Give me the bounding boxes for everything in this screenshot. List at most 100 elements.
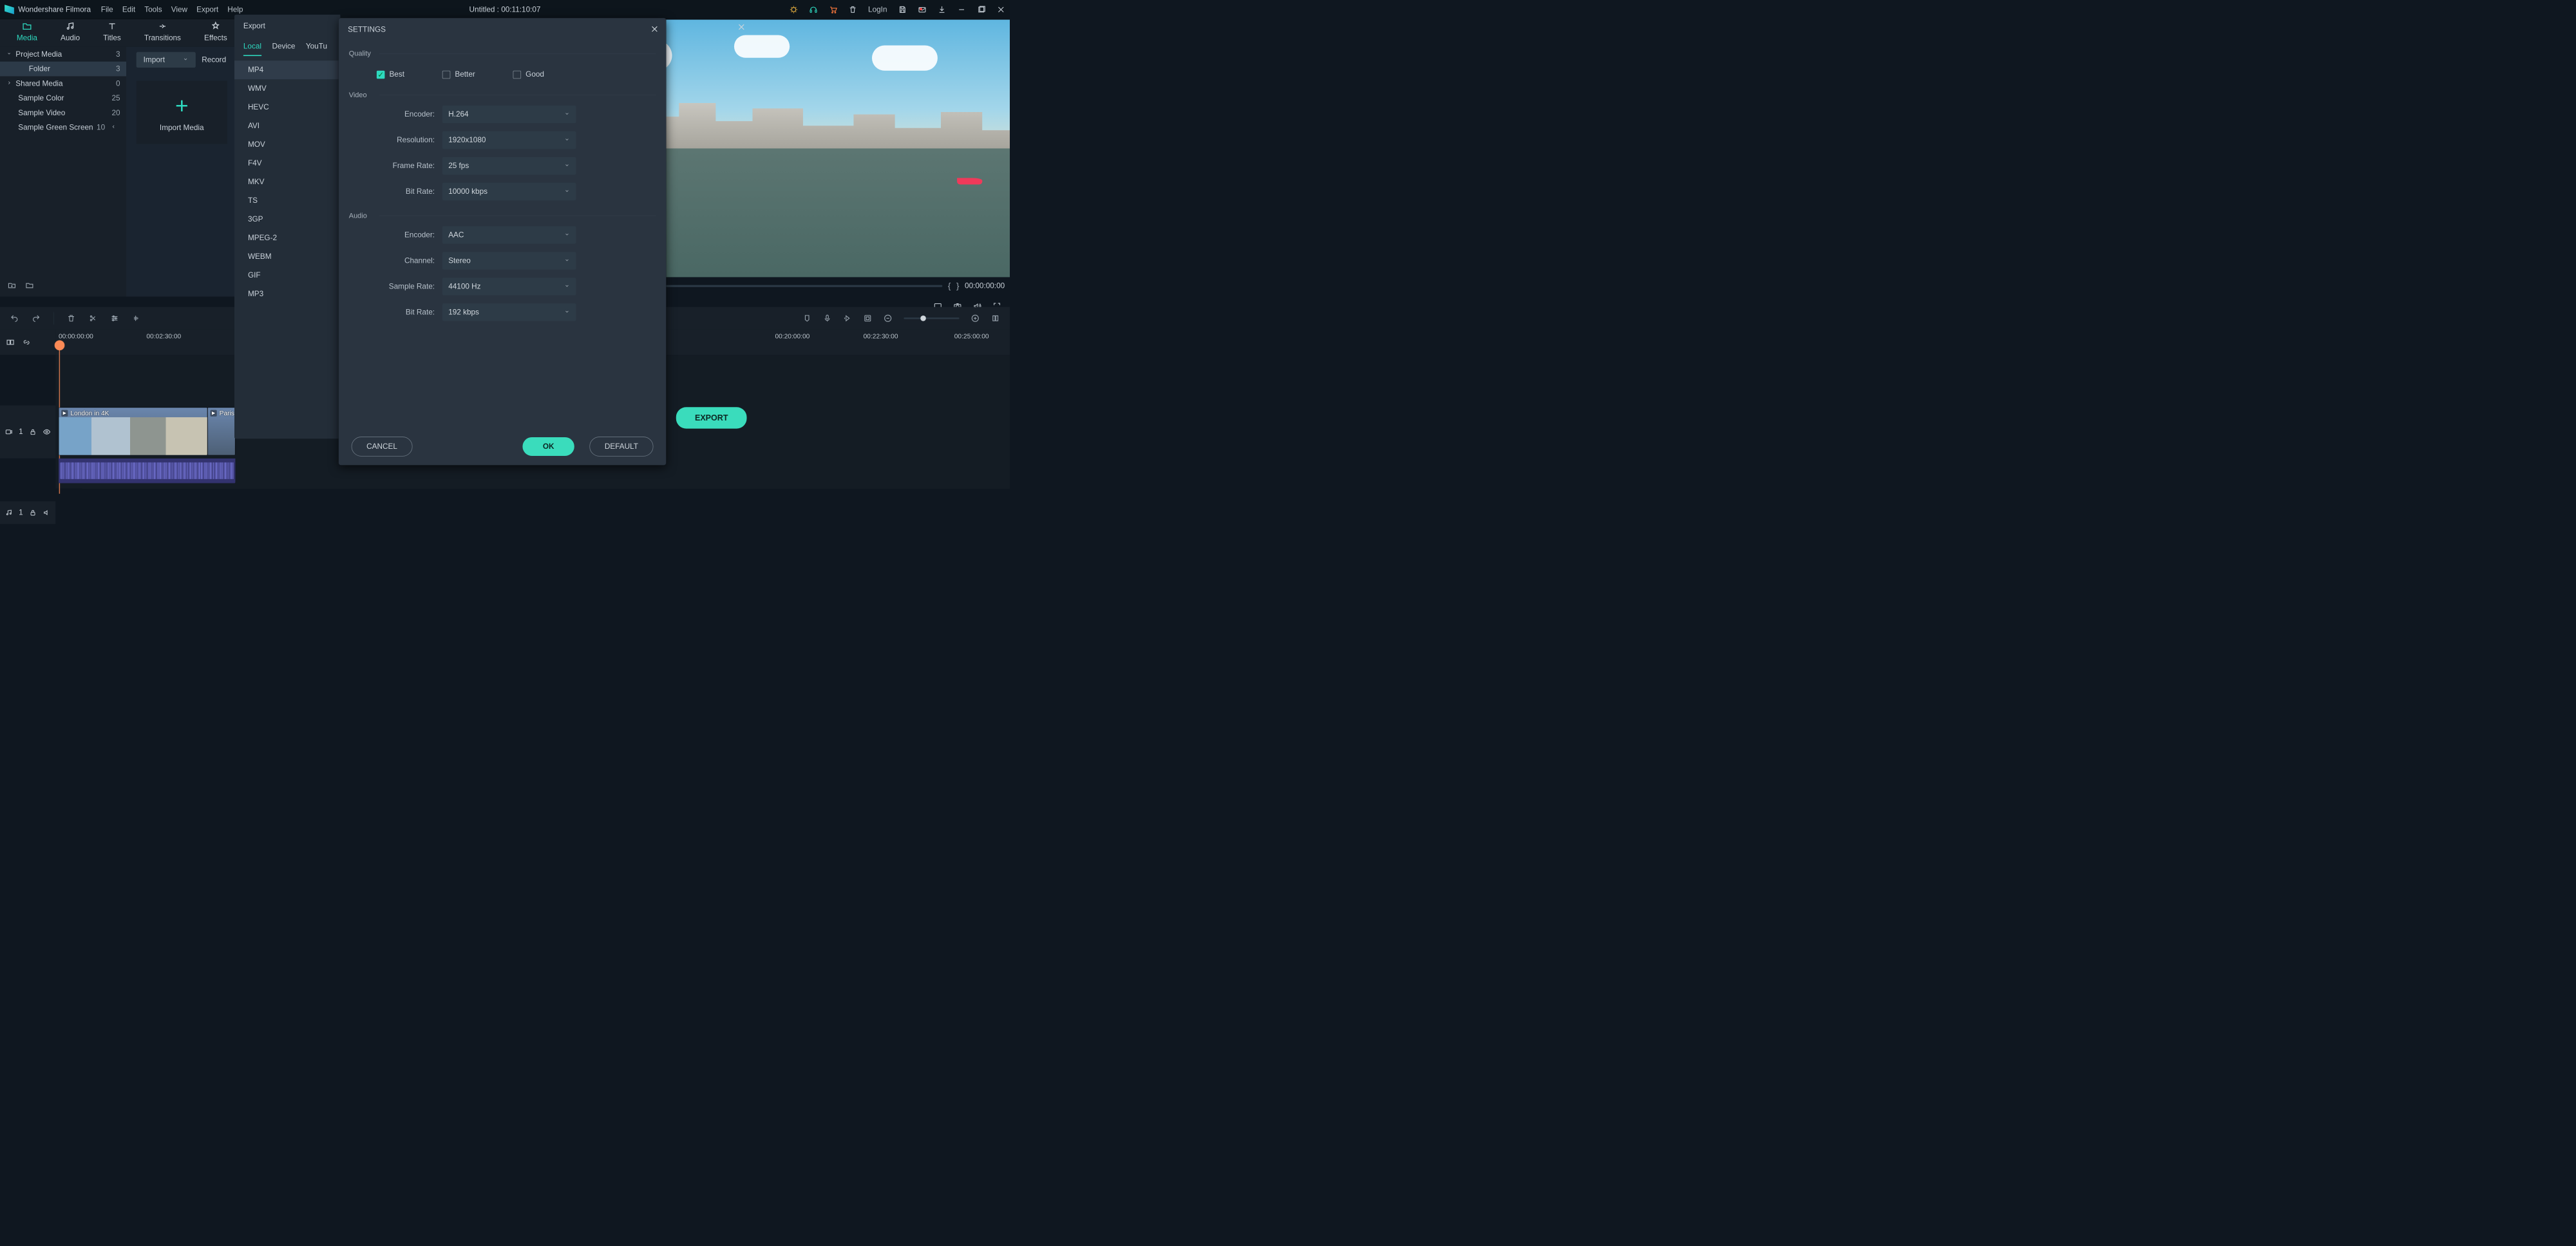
export-close-icon[interactable] (737, 23, 748, 33)
support-icon[interactable] (809, 5, 817, 14)
export-tab-local[interactable]: Local (243, 42, 261, 56)
tab-titles[interactable]: Titles (91, 19, 133, 47)
message-icon[interactable] (918, 5, 926, 14)
audio-track-header[interactable]: 1 (0, 502, 55, 524)
format-wmv[interactable]: WMV (234, 79, 341, 98)
audio-channel-dropdown[interactable]: Stereo (442, 252, 576, 269)
zoom-in-icon[interactable] (971, 314, 980, 323)
format-hevc[interactable]: HEVC (234, 98, 341, 117)
video-bitrate-label: Bit Rate: (349, 187, 435, 196)
format-avi[interactable]: AVI (234, 117, 341, 135)
export-title: Export (234, 15, 341, 37)
video-encoder-dropdown[interactable]: H.264 (442, 106, 576, 123)
zoom-out-icon[interactable] (884, 314, 892, 323)
format-mov[interactable]: MOV (234, 135, 341, 154)
speaker-icon[interactable] (43, 508, 50, 516)
tips-icon[interactable] (790, 5, 798, 14)
audio-mix-icon[interactable] (843, 314, 851, 323)
sidebar-item-shared-media[interactable]: Shared Media0 (0, 76, 126, 91)
section-quality: Quality (349, 47, 656, 60)
lock-icon[interactable] (29, 508, 37, 516)
tab-audio[interactable]: Audio (49, 19, 91, 47)
video-bitrate-dropdown[interactable]: 10000 kbps (442, 183, 576, 200)
sidebar-item-sample-green-screen[interactable]: Sample Green Screen10 (0, 120, 126, 135)
cancel-button[interactable]: CANCEL (352, 437, 413, 457)
audio-samplerate-dropdown[interactable]: 44100 Hz (442, 278, 576, 295)
eye-icon[interactable] (43, 428, 50, 436)
menu-file[interactable]: File (101, 5, 113, 14)
sidebar-item-folder[interactable]: Folder3 (0, 62, 126, 77)
document-title: Untitled : 00:11:10:07 (469, 5, 541, 14)
link-icon[interactable] (22, 338, 30, 346)
delete-icon[interactable] (67, 314, 75, 323)
sidebar-item-project-media[interactable]: Project Media3 (0, 47, 126, 62)
crop-icon[interactable] (864, 314, 872, 323)
format-webm[interactable]: WEBM (234, 247, 341, 266)
tab-effects[interactable]: Effects (193, 19, 239, 47)
default-button[interactable]: DEFAULT (589, 437, 653, 457)
redo-icon[interactable] (32, 314, 40, 323)
window-maximize-icon[interactable] (977, 5, 985, 14)
save-icon[interactable] (898, 5, 907, 14)
undo-icon[interactable] (10, 314, 19, 323)
settings-close-icon[interactable] (650, 24, 659, 35)
video-resolution-dropdown[interactable]: 1920x1080 (442, 131, 576, 149)
split-icon[interactable] (89, 314, 97, 323)
export-tab-youtube[interactable]: YouTu (306, 42, 327, 56)
window-close-icon[interactable] (997, 5, 1005, 14)
open-folder-icon[interactable] (25, 281, 33, 289)
login-link[interactable]: LogIn (868, 5, 887, 14)
delete-titlebar-icon[interactable] (848, 5, 857, 14)
timeline-clip[interactable]: London in 4K (59, 408, 207, 455)
lock-icon[interactable] (29, 428, 37, 436)
tab-transitions[interactable]: Transitions (133, 19, 193, 47)
menu-edit[interactable]: Edit (122, 5, 135, 14)
timeline-clip[interactable]: Paris (207, 408, 235, 455)
menu-export[interactable]: Export (196, 5, 218, 14)
menu-tools[interactable]: Tools (144, 5, 162, 14)
export-tab-device[interactable]: Device (272, 42, 295, 56)
video-framerate-dropdown[interactable]: 25 fps (442, 157, 576, 175)
download-icon[interactable] (938, 5, 946, 14)
quality-better[interactable]: Better (442, 70, 475, 79)
import-media-card[interactable]: + Import Media (137, 80, 227, 144)
timeline-audio-clip[interactable] (59, 458, 235, 483)
window-minimize-icon[interactable] (957, 5, 965, 14)
mark-in-icon[interactable]: { (948, 281, 951, 290)
audio-encoder-dropdown[interactable]: AAC (442, 226, 576, 243)
audio-encoder-label: Encoder: (349, 231, 435, 239)
tab-media[interactable]: Media (5, 19, 49, 47)
format-mp4[interactable]: MP4 (234, 61, 341, 79)
quality-best[interactable]: ✓Best (377, 70, 404, 79)
app-logo-icon (5, 5, 14, 14)
adjust-icon[interactable] (110, 314, 118, 323)
format-gif[interactable]: GIF (234, 266, 341, 285)
marker-tool-icon[interactable] (803, 314, 811, 323)
menu-bar: File Edit Tools View Export Help (101, 5, 243, 14)
sidebar-item-sample-video[interactable]: Sample Video20 (0, 106, 126, 120)
format-mkv[interactable]: MKV (234, 173, 341, 191)
menu-view[interactable]: View (171, 5, 187, 14)
audio-wave-icon[interactable] (132, 314, 140, 323)
video-track-header[interactable]: 1 (0, 406, 55, 458)
format-mpeg2[interactable]: MPEG-2 (234, 229, 341, 247)
format-3gp[interactable]: 3GP (234, 210, 341, 229)
record-button[interactable]: Record (202, 55, 226, 64)
mark-out-icon[interactable]: } (956, 281, 959, 290)
new-folder-plus-icon[interactable] (8, 281, 16, 289)
mic-icon[interactable] (823, 314, 831, 323)
format-mp3[interactable]: MP3 (234, 285, 341, 303)
zoom-fit-icon[interactable] (991, 314, 999, 323)
match-cut-icon[interactable] (6, 338, 14, 346)
menu-help[interactable]: Help (227, 5, 243, 14)
format-f4v[interactable]: F4V (234, 154, 341, 173)
export-submit-button[interactable]: EXPORT (676, 407, 747, 428)
sidebar-item-sample-color[interactable]: Sample Color25 (0, 91, 126, 106)
import-dropdown[interactable]: Import (137, 52, 196, 68)
ok-button[interactable]: OK (523, 437, 574, 456)
quality-good[interactable]: Good (513, 70, 544, 79)
cart-icon[interactable] (829, 5, 837, 14)
zoom-slider[interactable] (904, 317, 959, 319)
audio-bitrate-dropdown[interactable]: 192 kbps (442, 303, 576, 321)
format-ts[interactable]: TS (234, 191, 341, 210)
